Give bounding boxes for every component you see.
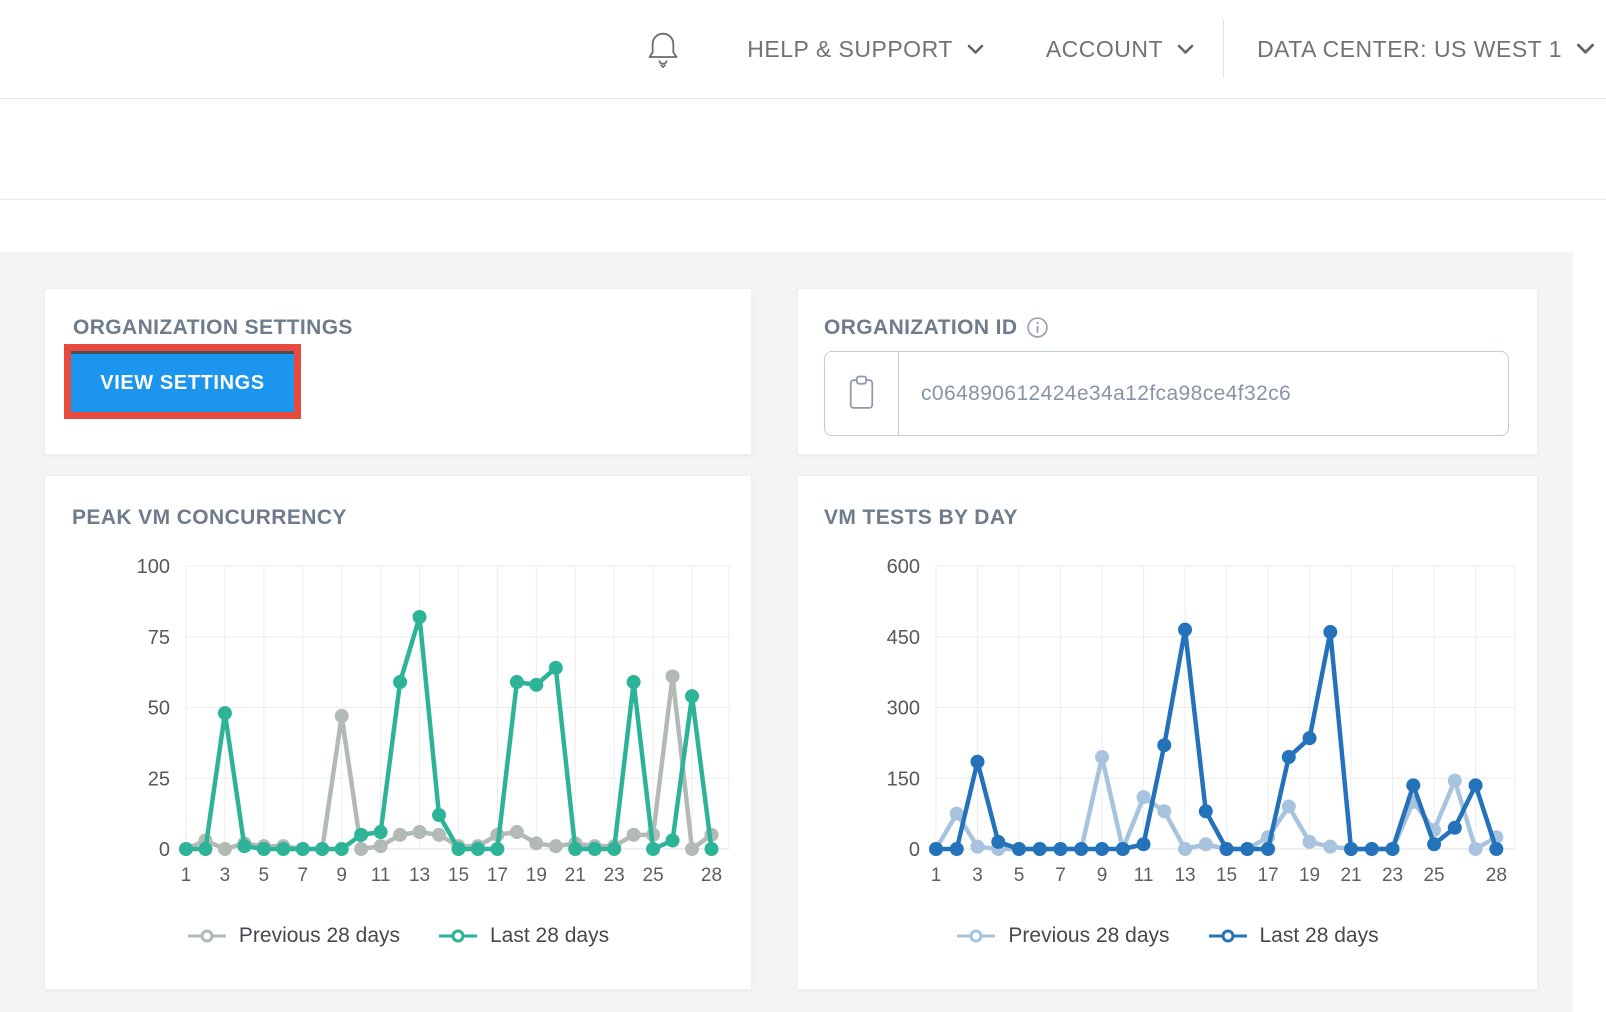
svg-text:3: 3 <box>220 865 231 886</box>
bell-icon <box>645 30 681 68</box>
svg-text:17: 17 <box>1257 865 1278 886</box>
svg-text:19: 19 <box>1299 865 1320 886</box>
svg-text:9: 9 <box>1097 865 1108 886</box>
svg-text:11: 11 <box>371 865 391 886</box>
svg-text:1: 1 <box>931 865 942 886</box>
chevron-down-icon <box>967 44 984 55</box>
svg-text:150: 150 <box>887 768 920 790</box>
chart-legend: Previous 28 days Last 28 days <box>45 924 751 948</box>
legend-label: Previous 28 days <box>1008 924 1169 948</box>
svg-text:28: 28 <box>701 865 722 886</box>
nav-data-center-label: DATA CENTER: US WEST 1 <box>1257 36 1562 63</box>
svg-text:0: 0 <box>159 839 170 861</box>
clipboard-icon <box>846 375 877 412</box>
legend-label: Last 28 days <box>1260 924 1379 948</box>
svg-text:23: 23 <box>604 865 625 886</box>
svg-text:1: 1 <box>181 865 192 886</box>
svg-text:17: 17 <box>487 865 508 886</box>
organization-id-card: ORGANIZATION ID c064890612424e34a12fca98… <box>797 288 1538 455</box>
svg-text:15: 15 <box>448 865 469 886</box>
legend-marker-icon <box>1208 929 1248 943</box>
legend-marker-icon <box>187 929 227 943</box>
legend-label: Last 28 days <box>490 924 609 948</box>
nav-divider <box>1223 20 1224 78</box>
svg-text:21: 21 <box>565 865 586 886</box>
nav-data-center[interactable]: DATA CENTER: US WEST 1 <box>1257 36 1595 63</box>
svg-text:5: 5 <box>259 865 270 886</box>
svg-text:7: 7 <box>1055 865 1066 886</box>
vm-tests-by-day-chart: 015030045060013579111315171921232528 <box>798 556 1539 906</box>
chevron-down-icon <box>1576 43 1595 55</box>
svg-text:5: 5 <box>1014 865 1025 886</box>
organization-id-field: c064890612424e34a12fca98ce4f32c6 <box>824 351 1509 436</box>
svg-text:25: 25 <box>148 768 170 790</box>
content-top-strip <box>0 200 1606 252</box>
view-settings-button[interactable]: VIEW SETTINGS <box>71 351 294 412</box>
legend-label: Previous 28 days <box>239 924 400 948</box>
svg-text:450: 450 <box>887 627 920 649</box>
svg-text:25: 25 <box>643 865 664 886</box>
legend-marker-icon <box>956 929 996 943</box>
svg-text:600: 600 <box>887 556 920 578</box>
svg-text:21: 21 <box>1340 865 1361 886</box>
svg-text:300: 300 <box>887 698 920 720</box>
svg-text:0: 0 <box>909 839 920 861</box>
peak-vm-concurrency-title: PEAK VM CONCURRENCY <box>72 506 347 530</box>
legend-item-previous-28-days[interactable]: Previous 28 days <box>956 924 1169 948</box>
chevron-down-icon <box>1177 44 1194 55</box>
svg-text:100: 100 <box>137 556 170 578</box>
page-header-band <box>0 100 1606 200</box>
highlight-box: VIEW SETTINGS <box>64 344 301 419</box>
nav-account[interactable]: ACCOUNT <box>1046 36 1194 63</box>
svg-text:7: 7 <box>297 865 308 886</box>
svg-text:19: 19 <box>526 865 547 886</box>
nav-help-support-label: HELP & SUPPORT <box>747 36 953 63</box>
top-navigation-bar: HELP & SUPPORT ACCOUNT DATA CENTER: US W… <box>0 0 1606 99</box>
svg-text:13: 13 <box>409 865 430 886</box>
svg-text:13: 13 <box>1174 865 1195 886</box>
organization-settings-card: ORGANIZATION SETTINGS VIEW SETTINGS <box>44 288 752 455</box>
svg-text:15: 15 <box>1216 865 1237 886</box>
svg-text:25: 25 <box>1423 865 1444 886</box>
legend-item-last-28-days[interactable]: Last 28 days <box>438 924 609 948</box>
svg-text:9: 9 <box>336 865 347 886</box>
nav-help-support[interactable]: HELP & SUPPORT <box>747 36 984 63</box>
svg-text:23: 23 <box>1382 865 1403 886</box>
chart-legend: Previous 28 days Last 28 days <box>798 924 1537 948</box>
svg-text:3: 3 <box>972 865 983 886</box>
legend-marker-icon <box>438 929 478 943</box>
peak-vm-concurrency-card: PEAK VM CONCURRENCY 02550751001357911131… <box>44 475 752 990</box>
svg-text:28: 28 <box>1486 865 1507 886</box>
notifications-button[interactable] <box>645 30 681 68</box>
info-icon[interactable] <box>1026 316 1049 339</box>
organization-id-title: ORGANIZATION ID <box>824 316 1017 340</box>
copy-to-clipboard-button[interactable] <box>825 352 899 435</box>
organization-id-value[interactable]: c064890612424e34a12fca98ce4f32c6 <box>899 352 1508 435</box>
vm-tests-by-day-title: VM TESTS BY DAY <box>824 506 1018 530</box>
svg-text:50: 50 <box>148 698 170 720</box>
svg-text:11: 11 <box>1134 865 1154 886</box>
vm-tests-by-day-card: VM TESTS BY DAY 015030045060013579111315… <box>797 475 1538 990</box>
legend-item-previous-28-days[interactable]: Previous 28 days <box>187 924 400 948</box>
legend-item-last-28-days[interactable]: Last 28 days <box>1208 924 1379 948</box>
nav-account-label: ACCOUNT <box>1046 36 1163 63</box>
svg-text:75: 75 <box>148 627 170 649</box>
peak-vm-concurrency-chart: 025507510013579111315171921232528 <box>45 556 753 906</box>
organization-settings-title: ORGANIZATION SETTINGS <box>73 316 353 340</box>
